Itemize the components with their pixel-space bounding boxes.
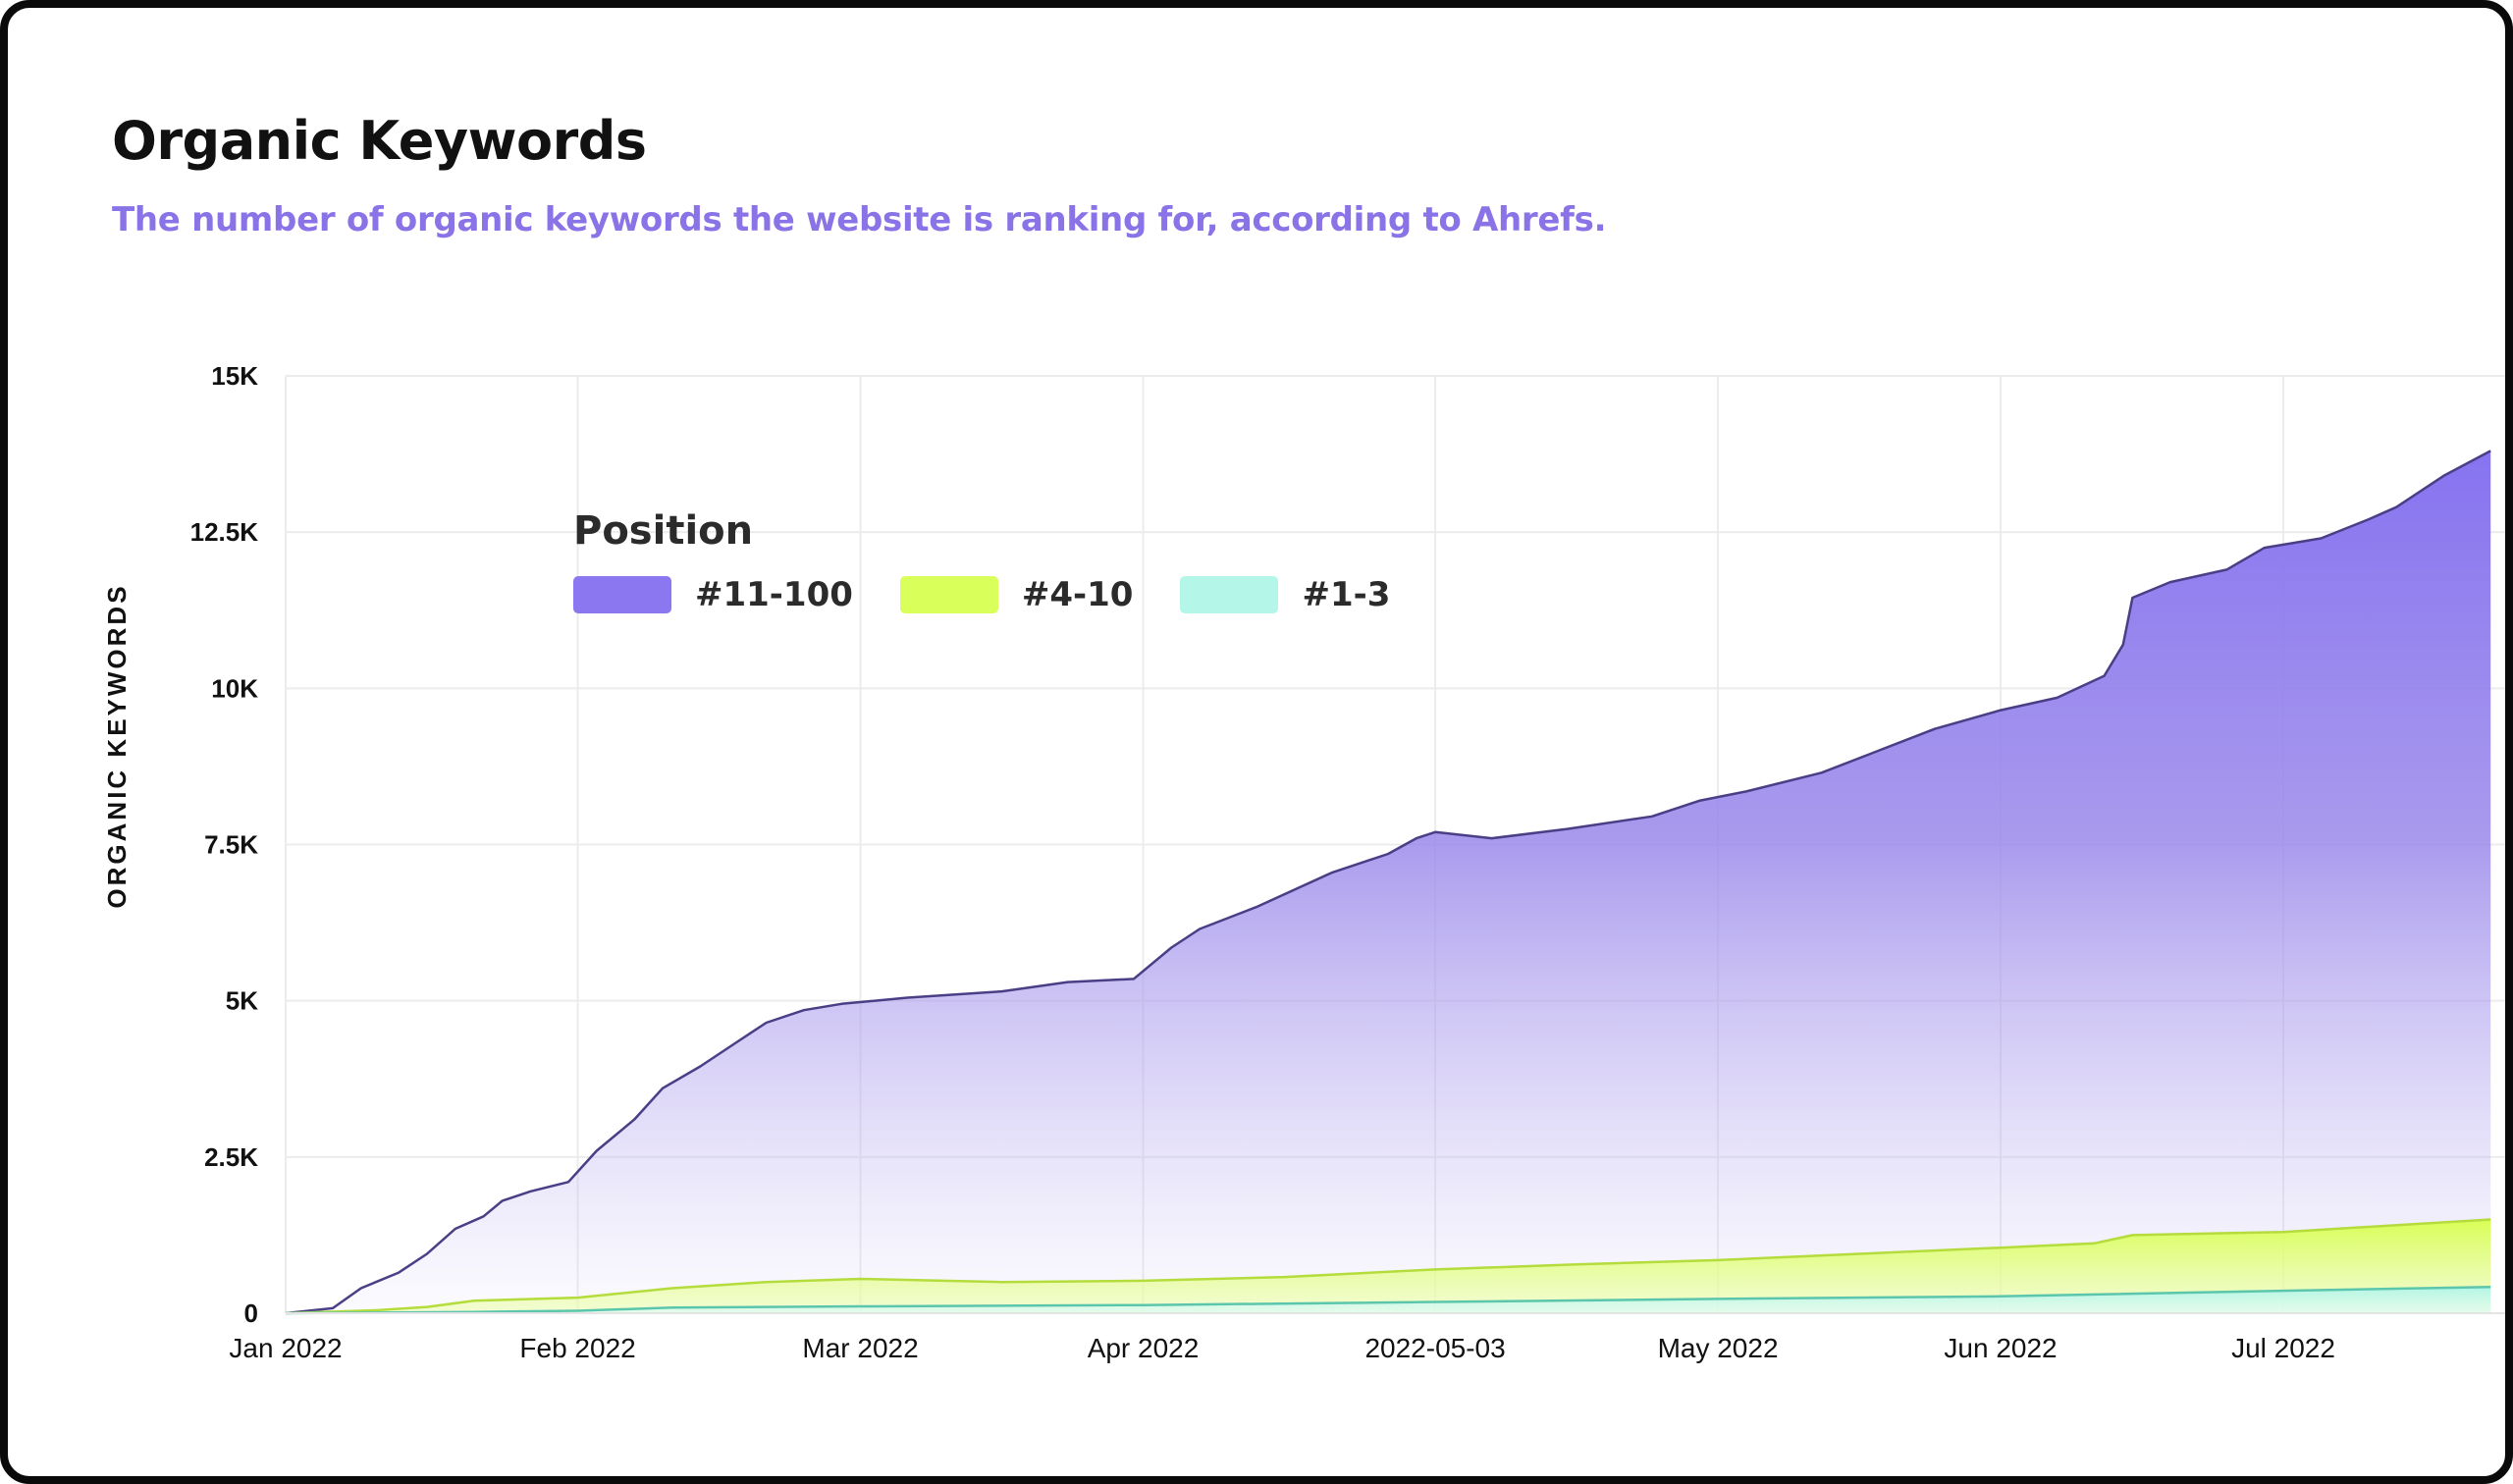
x-tick-label: Jun 2022: [1944, 1333, 2057, 1363]
legend: Position #11-100 #4-10 #1-3: [573, 508, 1437, 614]
chart-card: Organic Keywords The number of organic k…: [0, 0, 2513, 1484]
x-tick-label: Jan 2022: [229, 1333, 342, 1363]
y-tick-label: 15K: [211, 361, 258, 391]
y-tick-label: 7.5K: [204, 830, 258, 860]
y-tick-label: 2.5K: [204, 1142, 258, 1172]
legend-swatch-1-3: [1180, 576, 1279, 613]
x-tick-label: May 2022: [1658, 1333, 1779, 1363]
y-tick-label: 10K: [211, 673, 258, 703]
legend-title: Position: [573, 508, 754, 554]
y-axis-label: ORGANIC KEYWORDS: [102, 583, 132, 908]
legend-label-11-100: #11-100: [695, 575, 853, 614]
y-tick-label: 5K: [226, 986, 258, 1016]
x-tick-label: Jul 2022: [2231, 1333, 2335, 1363]
legend-label-1-3: #1-3: [1302, 575, 1391, 614]
legend-swatch-4-10: [899, 576, 998, 613]
legend-item-11-100[interactable]: #11-100: [573, 575, 853, 614]
legend-swatch-11-100: [573, 576, 671, 613]
x-tick-label: Feb 2022: [519, 1333, 635, 1363]
y-tick-label: 0: [244, 1298, 258, 1328]
legend-label-4-10: #4-10: [1021, 575, 1134, 614]
legend-item-1-3[interactable]: #1-3: [1180, 575, 1390, 614]
x-tick-label: Mar 2022: [802, 1333, 918, 1363]
x-tick-label: 2022-05-03: [1364, 1333, 1505, 1363]
legend-item-4-10[interactable]: #4-10: [899, 575, 1134, 614]
y-tick-label: 12.5K: [190, 517, 259, 547]
x-tick-label: Apr 2022: [1088, 1333, 1200, 1363]
area-chart: 0 2.5K 5K 7.5K 10K 12.5K 15K Jan 2022 Feb 2022 Ma…: [102, 361, 2505, 1363]
